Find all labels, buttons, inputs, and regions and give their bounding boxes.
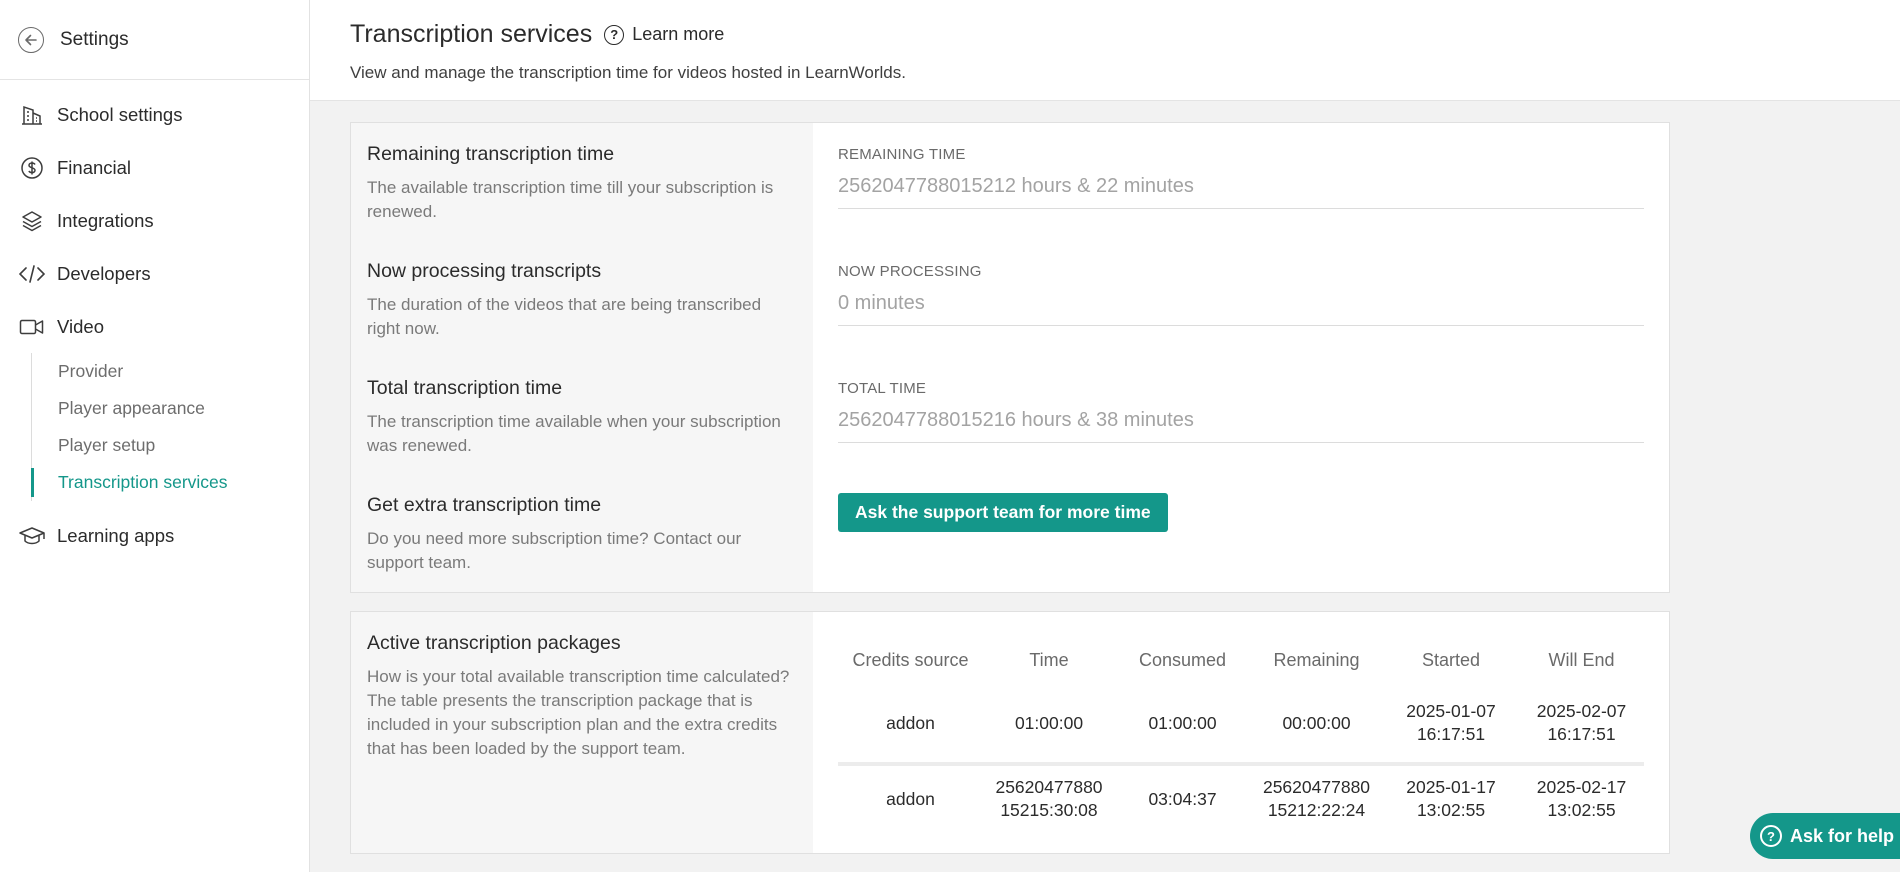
- cell-started: 2025-01-17 13:02:55: [1406, 777, 1496, 820]
- summary-descriptions: Remaining transcription time The availab…: [351, 123, 813, 592]
- table-row: addon 01:00:00 01:00:00 00:00:00 2025-01…: [838, 684, 1644, 764]
- question-icon: ?: [1760, 825, 1782, 847]
- sidebar-item-learning-apps[interactable]: Learning apps: [0, 509, 309, 562]
- sidebar-item-school-settings[interactable]: School settings: [0, 88, 309, 141]
- total-description: Total transcription time The transcripti…: [367, 357, 797, 474]
- page-title: Transcription services: [350, 20, 593, 48]
- total-field: TOTAL TIME 2562047788015216 hours & 38 m…: [838, 357, 1644, 474]
- learn-more-link[interactable]: Learn more: [632, 24, 724, 45]
- transcription-summary-card: Remaining transcription time The availab…: [350, 122, 1670, 593]
- cell-source: addon: [886, 788, 935, 809]
- sidebar-item-label: Integrations: [57, 209, 154, 231]
- sidebar-item-label: Learning apps: [57, 524, 175, 546]
- total-title: Total transcription time: [367, 377, 563, 399]
- packages-table-wrap: Credits source Time Consumed Remaining S…: [813, 612, 1669, 853]
- sidebar-item-label: Developers: [57, 262, 151, 284]
- table-header-row: Credits source Time Consumed Remaining S…: [838, 636, 1644, 684]
- cell-remaining: 25620477880 15212:22:24: [1262, 777, 1371, 820]
- main-content: Transcription services ? Learn more View…: [310, 0, 1900, 872]
- graduation-cap-icon: [19, 523, 45, 549]
- summary-values: REMAINING TIME 2562047788015212 hours & …: [813, 123, 1669, 592]
- total-label: TOTAL TIME: [838, 380, 927, 397]
- remaining-description: Remaining transcription time The availab…: [367, 123, 797, 240]
- cell-started: 2025-01-07 16:17:51: [1406, 701, 1496, 744]
- packages-table: Credits source Time Consumed Remaining S…: [838, 636, 1644, 832]
- page-header: Transcription services ? Learn more View…: [310, 0, 1900, 101]
- cell-time: 01:00:00: [1014, 712, 1084, 733]
- video-camera-icon: [19, 314, 45, 340]
- total-desc: The transcription time available when yo…: [367, 412, 781, 455]
- cell-will-end: 2025-02-07 16:17:51: [1536, 701, 1627, 744]
- subnav-item-player-appearance[interactable]: Player appearance: [58, 390, 309, 427]
- extra-field: Ask the support team for more time: [838, 474, 1644, 532]
- code-icon: [19, 261, 45, 287]
- remaining-value: 2562047788015212 hours & 22 minutes: [838, 175, 1644, 209]
- sidebar-item-integrations[interactable]: Integrations: [0, 194, 309, 247]
- col-started: Started: [1421, 649, 1481, 670]
- sidebar-item-financial[interactable]: Financial: [0, 141, 309, 194]
- sidebar-title: Settings: [60, 28, 129, 50]
- col-will-end: Will End: [1548, 649, 1615, 670]
- remaining-label: REMAINING TIME: [838, 146, 966, 163]
- processing-label: NOW PROCESSING: [838, 263, 982, 280]
- sidebar-item-label: Financial: [57, 156, 132, 178]
- cell-source: addon: [886, 712, 935, 733]
- sidebar-item-label: School settings: [57, 103, 183, 125]
- remaining-field: REMAINING TIME 2562047788015212 hours & …: [838, 123, 1644, 240]
- cell-will-end: 2025-02-17 13:02:55: [1536, 777, 1627, 820]
- sidebar-nav: School settings Financial Integrations D…: [0, 80, 309, 562]
- ask-for-help-button[interactable]: ? Ask for help: [1750, 813, 1900, 859]
- col-time: Time: [1029, 649, 1069, 670]
- processing-field: NOW PROCESSING 0 minutes: [838, 240, 1644, 357]
- packages-desc: How is your total available transcriptio…: [367, 667, 790, 758]
- subnav-item-provider[interactable]: Provider: [58, 353, 309, 390]
- sidebar-item-developers[interactable]: Developers: [0, 247, 309, 300]
- packages-card: Active transcription packages How is you…: [350, 611, 1670, 854]
- cell-remaining: 00:00:00: [1282, 712, 1351, 733]
- settings-sidebar: Settings School settings Financial Integ…: [0, 0, 310, 872]
- extra-title: Get extra transcription time: [367, 494, 602, 516]
- processing-title: Now processing transcripts: [367, 260, 602, 282]
- processing-description: Now processing transcripts The duration …: [367, 240, 797, 357]
- remaining-title: Remaining transcription time: [367, 143, 615, 165]
- extra-description: Get extra transcription time Do you need…: [367, 474, 797, 575]
- table-row: addon 25620477880 15215:30:08 03:04:37 2…: [838, 764, 1644, 832]
- processing-desc: The duration of the videos that are bein…: [367, 295, 762, 338]
- ask-for-help-label: Ask for help: [1790, 825, 1895, 846]
- sidebar-item-video[interactable]: Video: [0, 300, 309, 353]
- remaining-desc: The available transcription time till yo…: [367, 178, 774, 221]
- help-circle-icon[interactable]: ?: [604, 24, 625, 45]
- sidebar-item-label: Video: [57, 315, 104, 337]
- processing-value: 0 minutes: [838, 292, 1644, 326]
- col-remaining: Remaining: [1273, 649, 1360, 670]
- ask-support-button[interactable]: Ask the support team for more time: [838, 493, 1168, 532]
- packages-title: Active transcription packages: [367, 632, 621, 654]
- col-consumed: Consumed: [1138, 649, 1227, 670]
- cell-time: 25620477880 15215:30:08: [995, 777, 1103, 820]
- dollar-icon: [19, 155, 45, 181]
- layers-icon: [19, 208, 45, 234]
- sidebar-header: Settings: [0, 0, 309, 80]
- back-arrow-icon[interactable]: [18, 26, 44, 53]
- cell-consumed: 03:04:37: [1148, 788, 1217, 809]
- video-subnav: Provider Player appearance Player setup …: [31, 353, 309, 501]
- page-subtitle: View and manage the transcription time f…: [350, 63, 906, 82]
- subnav-item-transcription-services[interactable]: Transcription services: [31, 464, 309, 501]
- total-value: 2562047788015216 hours & 38 minutes: [838, 409, 1644, 443]
- title-row: Transcription services ? Learn more: [350, 20, 1900, 49]
- col-credits-source: Credits source: [852, 649, 969, 670]
- building-icon: [19, 102, 45, 128]
- extra-desc: Do you need more subscription time? Cont…: [367, 529, 742, 572]
- subnav-item-player-setup[interactable]: Player setup: [58, 427, 309, 464]
- packages-description: Active transcription packages How is you…: [351, 612, 813, 853]
- cell-consumed: 01:00:00: [1148, 712, 1217, 733]
